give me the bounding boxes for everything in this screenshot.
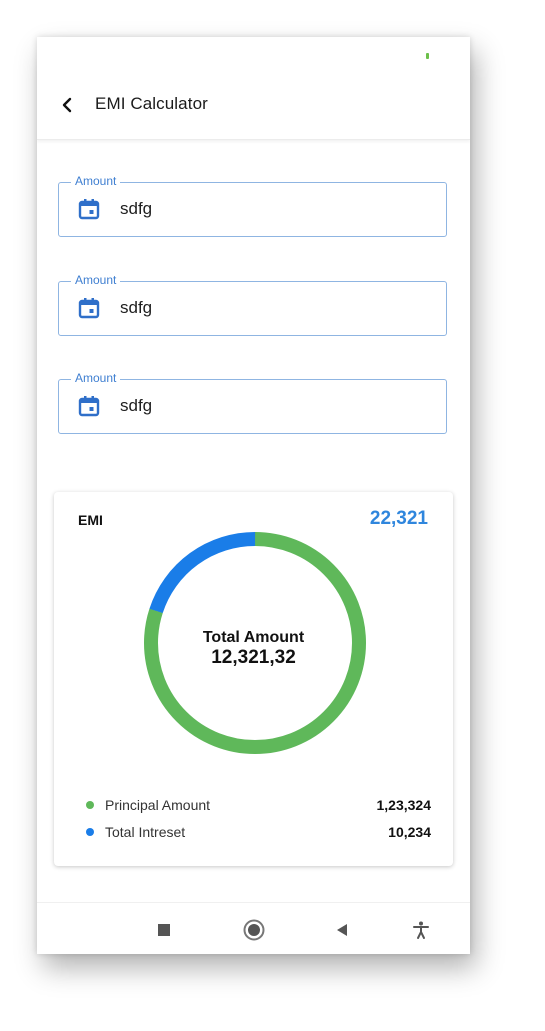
home-circle-icon[interactable] xyxy=(243,919,265,941)
emi-label: EMI xyxy=(78,512,103,528)
amount-field-label: Amount xyxy=(71,370,121,386)
back-arrow-icon[interactable] xyxy=(57,95,77,115)
amount-field-value: sdfg xyxy=(120,396,153,415)
accessibility-icon[interactable] xyxy=(411,920,431,940)
amount-field-1[interactable]: Amount sdfg xyxy=(58,173,447,237)
emi-value: 22,321 xyxy=(369,508,428,529)
legend-value: 10,234 xyxy=(388,824,431,840)
app-bar: EMI Calculator xyxy=(37,77,470,140)
status-indicator xyxy=(426,53,429,59)
total-amount-label: Total Amount xyxy=(202,629,305,646)
calendar-icon xyxy=(78,396,100,417)
system-nav-bar xyxy=(37,902,470,954)
amount-field-2[interactable]: Amount sdfg xyxy=(58,272,447,336)
back-triangle-icon[interactable] xyxy=(332,920,352,940)
emi-summary-card: EMI 22,321 Total Amount 12,321,32 Princi… xyxy=(54,492,453,866)
amount-field-value: sdfg xyxy=(120,199,153,218)
recents-square-icon[interactable] xyxy=(154,920,174,940)
legend-name: Principal Amount xyxy=(105,797,211,813)
legend-interest: Total Intreset 10,234 xyxy=(86,823,431,843)
page-title: EMI Calculator xyxy=(95,94,208,113)
calendar-icon xyxy=(78,298,100,319)
amount-field-label: Amount xyxy=(71,173,121,189)
calendar-icon xyxy=(78,199,100,220)
legend-principal: Principal Amount 1,23,324 xyxy=(86,796,431,816)
total-amount-value: 12,321,32 xyxy=(211,647,296,668)
legend-name: Total Intreset xyxy=(105,824,186,840)
phone-screen: EMI Calculator Amount sdfg Amount sdfg A… xyxy=(37,37,470,954)
amount-field-value: sdfg xyxy=(120,298,153,317)
amount-field-3[interactable]: Amount sdfg xyxy=(58,370,447,434)
legend-value: 1,23,324 xyxy=(376,797,432,813)
amount-field-label: Amount xyxy=(71,272,121,288)
legend-dot-principal xyxy=(86,801,94,809)
legend-dot-interest xyxy=(86,828,94,836)
